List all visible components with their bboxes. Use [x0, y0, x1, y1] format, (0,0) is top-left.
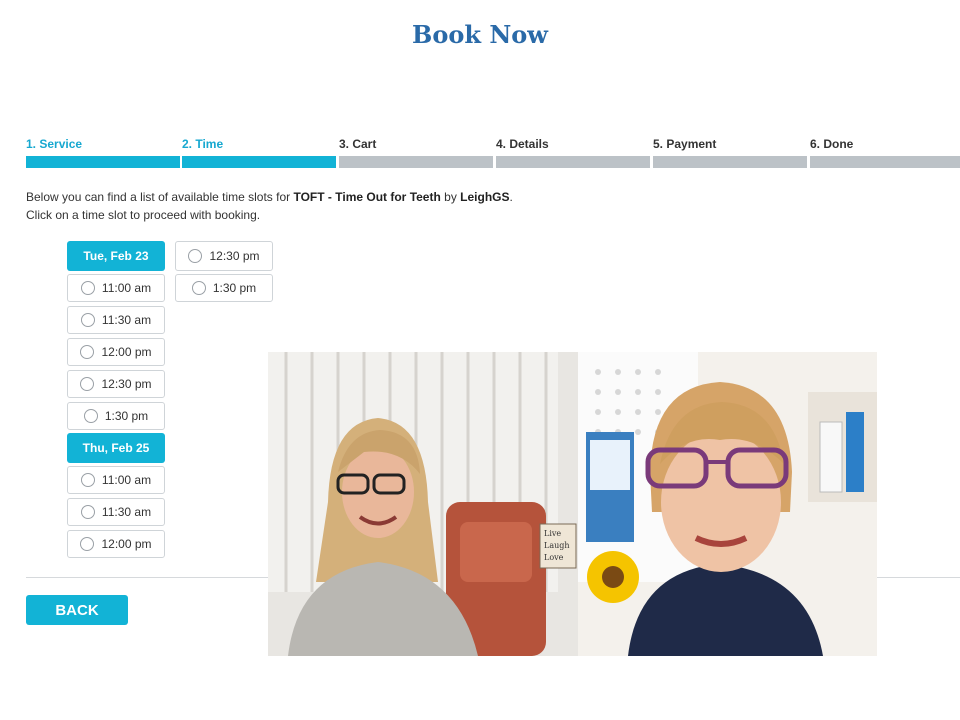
slot-label: 12:30 pm	[101, 377, 152, 391]
slot-label: 11:30 am	[101, 313, 152, 327]
time-slot[interactable]: 11:30 am	[67, 498, 165, 526]
step-bar	[182, 156, 336, 168]
slot-label: 11:00 am	[101, 473, 152, 487]
intro-period: .	[509, 190, 513, 204]
step-bar	[653, 156, 807, 168]
intro-line-1: Below you can find a list of available t…	[26, 188, 513, 206]
provider-name: LeighGS	[460, 190, 510, 204]
right-video-frame	[578, 352, 877, 656]
radio-icon	[80, 313, 95, 327]
time-slot[interactable]: 12:30 pm	[67, 370, 165, 398]
radio-icon	[80, 537, 95, 551]
day-header-thu-feb-25: Thu, Feb 25	[67, 433, 165, 463]
slot-label: 11:30 am	[101, 505, 152, 519]
slot-label: 1:30 pm	[212, 281, 257, 295]
step-bar	[810, 156, 960, 168]
slot-label: 12:00 pm	[101, 537, 152, 551]
step-bar	[496, 156, 650, 168]
time-slot[interactable]: 12:30 pm	[175, 241, 273, 271]
radio-icon	[80, 345, 95, 359]
intro-by: by	[440, 190, 461, 204]
progress-steps: 1. Service 2. Time 3. Cart 4. Details 5.…	[26, 138, 960, 170]
time-slot[interactable]: 12:00 pm	[67, 530, 165, 558]
step-done: 6. Done	[810, 138, 960, 168]
step-details: 4. Details	[496, 138, 650, 168]
radio-icon	[80, 473, 95, 487]
step-service[interactable]: 1. Service	[26, 138, 180, 168]
time-slot[interactable]: 11:30 am	[67, 306, 165, 334]
time-slot[interactable]: 11:00 am	[67, 274, 165, 302]
radio-icon	[80, 377, 95, 391]
video-frames: Live Laugh Love	[268, 352, 877, 656]
radio-icon	[80, 505, 95, 519]
step-cart: 3. Cart	[339, 138, 493, 168]
radio-icon	[191, 281, 206, 295]
slot-label: 11:00 am	[101, 281, 152, 295]
slot-label: 12:30 pm	[209, 249, 260, 263]
time-slot[interactable]: 1:30 pm	[67, 402, 165, 430]
time-slot[interactable]: 11:00 am	[67, 466, 165, 494]
step-label: 6. Done	[810, 137, 854, 151]
step-label: 2. Time	[182, 137, 224, 151]
intro-text: Below you can find a list of available t…	[26, 188, 513, 224]
time-slot[interactable]: 12:00 pm	[67, 338, 165, 366]
service-name: TOFT - Time Out for Teeth	[293, 190, 441, 204]
left-video-frame: Live Laugh Love	[268, 352, 578, 656]
time-slot[interactable]: 1:30 pm	[175, 274, 273, 302]
sign-text-1: Live	[544, 529, 561, 538]
radio-icon	[83, 409, 98, 423]
step-label: 5. Payment	[653, 137, 717, 151]
slot-label: 1:30 pm	[104, 409, 149, 423]
sign-text-3: Love	[544, 553, 564, 562]
intro-prefix: Below you can find a list of available t…	[26, 190, 294, 204]
page-title: Book Now	[412, 20, 548, 49]
step-label: 3. Cart	[339, 137, 377, 151]
step-time[interactable]: 2. Time	[182, 138, 336, 168]
step-bar	[339, 156, 493, 168]
radio-icon	[80, 281, 95, 295]
video-call-overlay: Live Laugh Love	[268, 352, 877, 656]
radio-icon	[188, 249, 203, 263]
step-payment: 5. Payment	[653, 138, 807, 168]
slot-label: 12:00 pm	[101, 345, 152, 359]
step-label: 4. Details	[496, 137, 549, 151]
step-bar	[26, 156, 180, 168]
sign-text-2: Laugh	[544, 541, 570, 550]
step-label: 1. Service	[26, 137, 83, 151]
back-button[interactable]: BACK	[26, 595, 128, 625]
intro-line-2: Click on a time slot to proceed with boo…	[26, 208, 261, 222]
day-header-tue-feb-23: Tue, Feb 23	[67, 241, 165, 271]
